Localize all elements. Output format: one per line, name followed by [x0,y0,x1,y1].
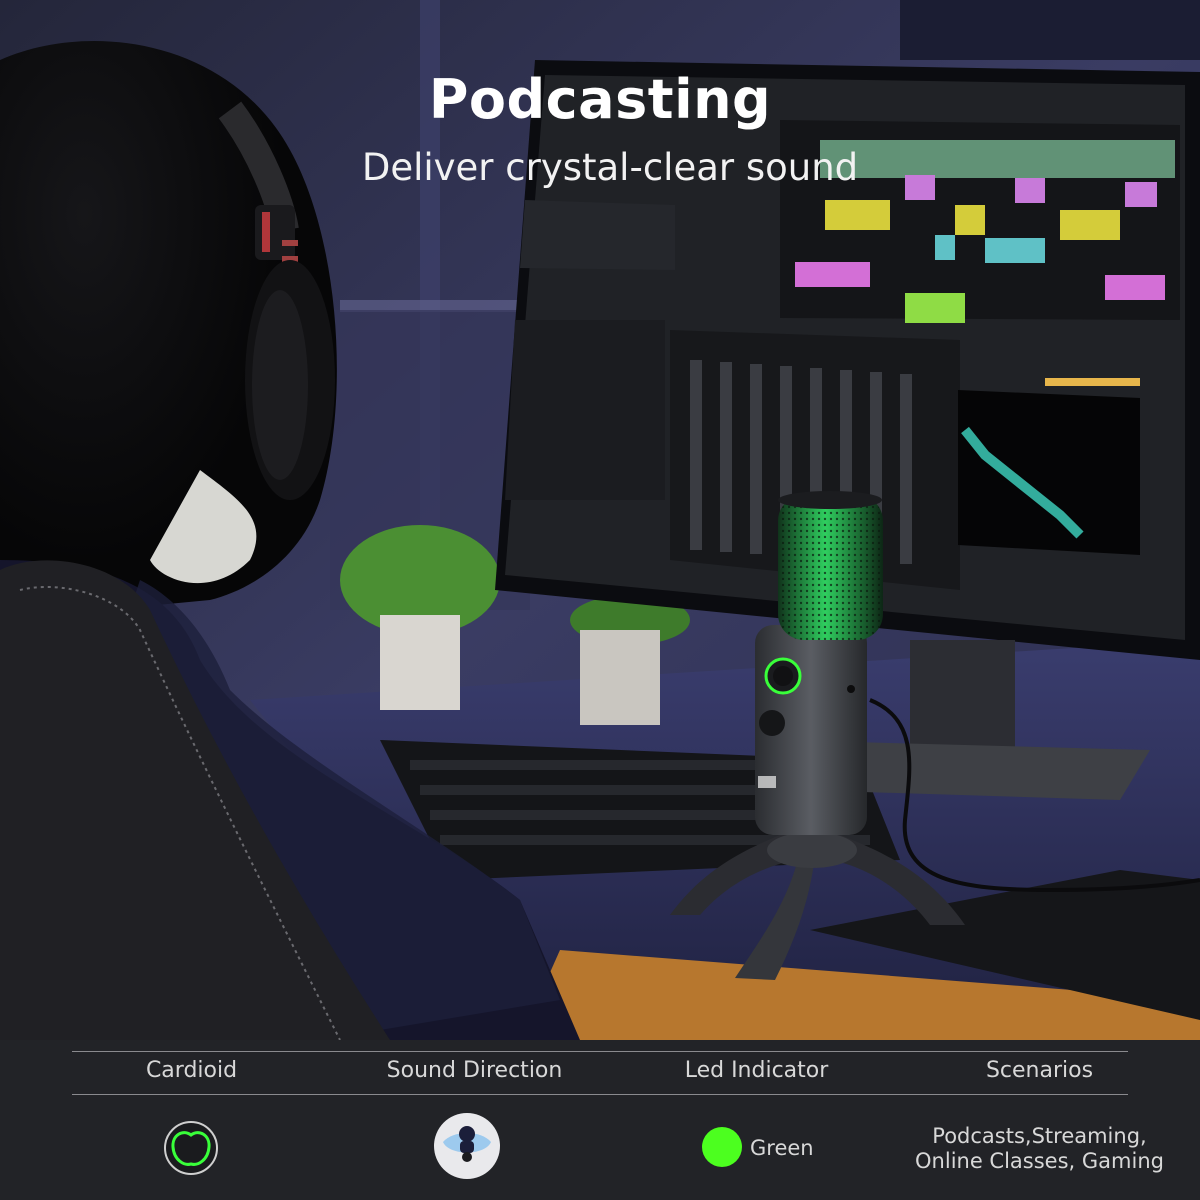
green-led-dot-icon [702,1127,742,1167]
spec-header-led-indicator: Led Indicator [684,1058,829,1083]
scenarios-value-line-1: Podcasts,Streaming, [932,1124,1147,1148]
led-color-value: Green [750,1136,814,1160]
spec-top-rule [72,1051,1128,1052]
scenarios-value-line-2: Online Classes, Gaming [915,1149,1164,1173]
page-title: Podcasting [428,68,772,131]
spec-middle-rule [72,1094,1128,1095]
page-subtitle: Deliver crystal-clear sound [361,146,859,189]
spec-header-scenarios: Scenarios [985,1058,1094,1083]
spec-header-sound-direction: Sound Direction [386,1058,563,1083]
spec-header-cardioid: Cardioid [145,1058,238,1083]
sound-direction-icon [434,1113,500,1179]
hero-photo: Podcasting Deliver crystal-clear sound [0,0,1200,1040]
cardioid-pattern-icon [164,1121,218,1175]
